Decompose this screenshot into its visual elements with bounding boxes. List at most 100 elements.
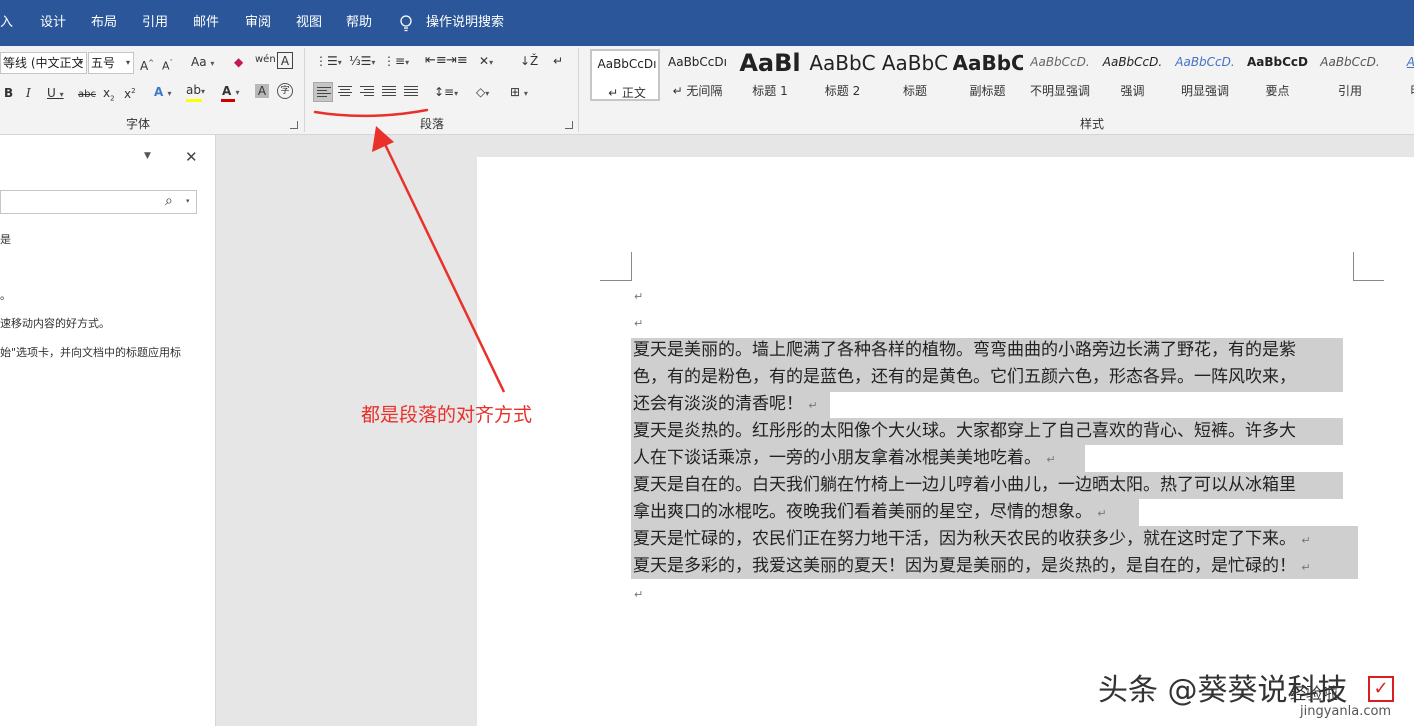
tab-references[interactable]: 引用: [142, 14, 168, 32]
enclose-char-icon[interactable]: 字: [277, 83, 293, 99]
style-item[interactable]: AaBbCcD. 引用: [1315, 49, 1385, 101]
chinese-layout-icon[interactable]: ✕▾: [479, 53, 493, 71]
style-item[interactable]: AaBbC 标题 2: [808, 49, 878, 101]
text-effects-icon[interactable]: A ▾: [154, 84, 171, 102]
numbering-icon[interactable]: ⅓☰▾: [349, 53, 375, 71]
tab-design[interactable]: 设计: [40, 14, 66, 32]
document-line[interactable]: 夏天是炎热的。红彤彤的太阳像个大火球。大家都穿上了自己喜欢的背心、短裤。许多大: [633, 418, 1296, 445]
char-border-icon[interactable]: A: [277, 52, 293, 69]
tab-layout[interactable]: 布局: [91, 14, 117, 32]
style-item[interactable]: AaBbC 副标题: [953, 49, 1023, 101]
multilevel-list-icon[interactable]: ⋮≡▾: [383, 53, 409, 71]
increase-indent-icon[interactable]: ⇥≡: [446, 53, 468, 69]
document-line[interactable]: 夏天是多彩的，我爱这美丽的夏天！因为夏是美丽的，是炎热的，是自在的，是忙碌的！ …: [633, 553, 1311, 581]
style-item[interactable]: AaBbC 标题: [880, 49, 950, 101]
document-line[interactable]: 拿出爽口的冰棍吃。夜晚我们看着美丽的星空，尽情的想象。 ↵: [633, 499, 1107, 527]
char-shading-icon[interactable]: A: [255, 84, 269, 98]
bold-button[interactable]: B: [4, 85, 13, 101]
paragraph-mark: ↵: [634, 317, 644, 330]
tell-me-search[interactable]: 操作说明搜索: [426, 14, 504, 32]
change-case-button[interactable]: Aa ▾: [191, 54, 214, 72]
nav-help-text: 。: [0, 289, 11, 302]
align-left-button[interactable]: [313, 82, 333, 102]
tab-help[interactable]: 帮助: [346, 14, 372, 32]
tab-insert[interactable]: 入: [0, 14, 13, 32]
document-line[interactable]: 色，有的是粉色，有的是蓝色，还有的是黄色。它们五颜六色，形态各异。一阵风吹来，: [633, 364, 1296, 391]
borders-icon[interactable]: ⊞ ▾: [510, 84, 528, 102]
style-name: 标题 2: [824, 84, 861, 98]
shading-icon[interactable]: ◇▾: [476, 84, 489, 102]
justify-button[interactable]: [379, 82, 399, 102]
strikethrough-button[interactable]: abc: [78, 87, 96, 103]
font-size-combo[interactable]: 五号 ▾: [88, 52, 134, 74]
word-window: 入 设计 布局 引用 邮件 审阅 视图 帮助 操作说明搜索 等线 (中文正文 ▾ …: [0, 0, 1414, 726]
style-item[interactable]: AaBbCcD. 强调: [1098, 49, 1168, 101]
tab-mailings[interactable]: 邮件: [193, 14, 219, 32]
style-preview: AaBbCcD.: [1320, 55, 1380, 69]
sort-icon[interactable]: ↓Ž: [520, 53, 538, 69]
underline-button[interactable]: U ▾: [47, 85, 64, 103]
lightbulb-icon[interactable]: [399, 15, 413, 33]
style-preview: AaBbCcD: [1246, 55, 1308, 69]
annotation-text: 都是段落的对齐方式: [361, 404, 533, 426]
align-right-button[interactable]: [357, 82, 377, 102]
style-preview: AaBbCcDı: [668, 55, 727, 69]
bullets-icon[interactable]: ⋮☰▾: [315, 53, 342, 71]
style-item[interactable]: AaBbCcD 要点: [1243, 49, 1313, 101]
grow-font-button[interactable]: A^: [140, 55, 154, 74]
document-line[interactable]: 夏天是自在的。白天我们躺在竹椅上一边儿哼着小曲儿，一边晒太阳。热了可以从冰箱里: [633, 472, 1296, 499]
superscript-button[interactable]: x2: [124, 83, 136, 102]
styles-group-label: 样式: [1080, 117, 1105, 131]
font-dialog-launcher[interactable]: [290, 121, 298, 129]
style-name: 强调: [1120, 84, 1145, 98]
nav-help-text: 始"选项卡，并向文档中的标题应用标: [0, 346, 182, 359]
document-line[interactable]: 夏天是美丽的。墙上爬满了各种各样的植物。弯弯曲曲的小路旁边长满了野花，有的是紫: [633, 337, 1296, 364]
highlight-swatch: [186, 99, 202, 102]
search-icon[interactable]: ⌕: [165, 193, 173, 209]
font-color-swatch: [221, 99, 235, 102]
style-item[interactable]: AaBbCcDı ↵ 无间隔: [663, 49, 733, 101]
style-item[interactable]: AaBbCcD. 不明显强调: [1025, 49, 1095, 101]
paragraph-mark: ↵: [634, 588, 644, 601]
show-marks-icon[interactable]: ↵: [553, 53, 563, 69]
nav-search-input[interactable]: ⌕ ▾: [0, 190, 197, 214]
font-family-combo[interactable]: 等线 (中文正文 ▾: [0, 52, 87, 74]
line-spacing-icon[interactable]: ↕≡▾: [434, 84, 458, 102]
paragraph-mark: ↵: [634, 290, 644, 303]
style-name: 明显强调: [1180, 84, 1229, 98]
shrink-font-button[interactable]: Aˇ: [162, 55, 173, 75]
phonetic-guide-icon[interactable]: wén: [255, 52, 276, 68]
decrease-indent-icon[interactable]: ⇤≡: [425, 53, 447, 69]
document-line[interactable]: 还会有淡淡的清香呢！ ↵: [633, 391, 818, 419]
document-line[interactable]: 人在下谈话乘凉，一旁的小朋友拿着冰棍美美地吃着。 ↵: [633, 445, 1056, 473]
tab-review[interactable]: 审阅: [245, 14, 271, 32]
style-name: 要点: [1265, 84, 1290, 98]
style-item[interactable]: AaBb 明显: [1388, 49, 1414, 101]
clear-format-icon[interactable]: ◆: [234, 54, 243, 70]
pane-options-icon[interactable]: ▼: [144, 151, 151, 161]
subscript-button[interactable]: x2: [103, 85, 115, 106]
group-separator: [578, 48, 579, 132]
style-name: 标题: [902, 84, 927, 98]
paragraph-dialog-launcher[interactable]: [565, 121, 573, 129]
watermark-badge: 经验啦: [1290, 684, 1339, 703]
style-name: 引用: [1337, 84, 1362, 98]
close-icon[interactable]: ✕: [185, 148, 198, 166]
style-item[interactable]: AaBbCcDı ↵ 正文: [590, 49, 660, 101]
margin-marker-left: [600, 252, 632, 281]
navigation-pane: ▼ ✕ ⌕ ▾ 是 。 速移动内容的好方式。 始"选项卡，并向文档中的标题应用标: [0, 135, 216, 726]
style-name: 明显: [1388, 82, 1414, 99]
style-item[interactable]: AaBbCcD. 明显强调: [1170, 49, 1240, 101]
style-preview: AaBbCcD.: [1030, 55, 1090, 69]
italic-button[interactable]: I: [26, 85, 31, 101]
document-line[interactable]: 夏天是忙碌的，农民们正在努力地干活，因为秋天农民的收获多少，就在这时定了下来。 …: [633, 526, 1311, 554]
ribbon: 等线 (中文正文 ▾ 五号 ▾ A^ Aˇ Aa ▾ ◆ wén A B I U ▾…: [0, 46, 1414, 135]
highlight-color-icon[interactable]: ab▾: [186, 82, 205, 100]
chevron-down-icon[interactable]: ▾: [186, 197, 190, 205]
distributed-button[interactable]: [401, 82, 421, 102]
style-preview: AaBl: [739, 49, 801, 77]
style-preview: AaBbC: [881, 51, 949, 75]
align-center-button[interactable]: [335, 82, 355, 102]
style-item[interactable]: AaBl 标题 1: [735, 49, 805, 101]
tab-view[interactable]: 视图: [296, 14, 322, 32]
